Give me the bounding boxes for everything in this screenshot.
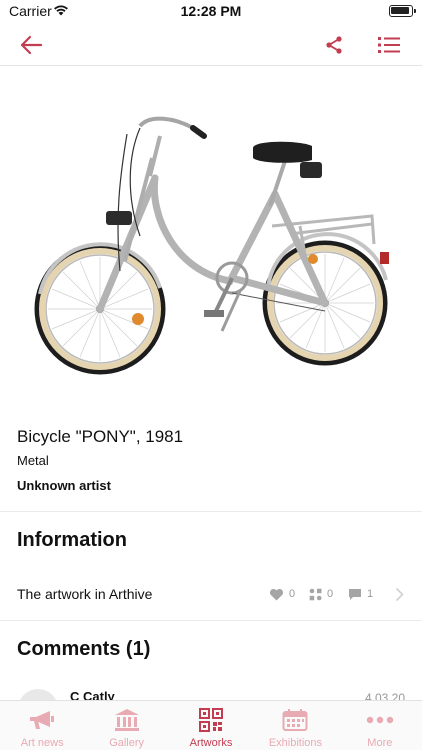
nav-bar: [0, 24, 422, 66]
collections-count: 0: [327, 588, 334, 600]
comment-author[interactable]: C Catly: [70, 689, 115, 700]
tab-more[interactable]: More: [338, 701, 422, 750]
calendar-icon: [280, 706, 310, 734]
megaphone-icon: [27, 706, 57, 734]
collection-icon: [309, 588, 322, 600]
tab-gallery[interactable]: Gallery: [84, 701, 168, 750]
information-heading: Information: [17, 529, 127, 551]
comment-icon: [349, 588, 361, 600]
back-button[interactable]: [16, 30, 46, 60]
qr-grid-icon: [196, 706, 226, 734]
artwork-in-arthive-row[interactable]: The artwork in Arthive 0 0 1: [0, 577, 422, 613]
artwork-in-arthive-label: The artwork in Arthive: [17, 586, 153, 602]
tab-label: Artworks: [189, 737, 233, 749]
comments-heading: Comments (1): [17, 638, 151, 660]
tab-bar: Art news Gallery Artworks Exhibitions Mo…: [0, 700, 422, 750]
tab-label: More: [367, 737, 393, 749]
tab-label: Art news: [20, 737, 64, 749]
comment-item[interactable]: C Catly 4.03.20: [0, 688, 422, 700]
arrow-left-icon: [20, 35, 43, 55]
likes-stat[interactable]: 0: [269, 586, 295, 602]
divider: [0, 620, 422, 621]
comment-date: 4.03.20: [364, 691, 405, 700]
divider: [0, 511, 422, 512]
tab-exhibitions[interactable]: Exhibitions: [253, 701, 337, 750]
battery-icon: [389, 5, 416, 17]
avatar: [18, 689, 58, 700]
status-time: 12:28 PM: [180, 3, 242, 19]
more-dots-icon: [365, 706, 395, 734]
likes-count: 0: [289, 588, 296, 600]
comments-count: 1: [367, 588, 374, 600]
collections-stat[interactable]: 0: [309, 586, 333, 602]
tab-label: Gallery: [109, 737, 145, 749]
artwork-medium: Metal: [17, 453, 49, 468]
share-icon: [326, 36, 342, 54]
comments-stat[interactable]: 1: [348, 586, 373, 602]
share-button[interactable]: [319, 30, 349, 60]
artwork-image[interactable]: [0, 66, 422, 414]
museum-icon: [112, 706, 142, 734]
list-icon: [378, 37, 400, 53]
tab-art-news[interactable]: Art news: [0, 701, 84, 750]
tab-artworks[interactable]: Artworks: [169, 701, 253, 750]
menu-button[interactable]: [374, 30, 404, 60]
chevron-right-icon: [395, 587, 404, 602]
status-bar: Carrier 12:28 PM: [0, 0, 422, 24]
heart-icon: [269, 588, 284, 601]
artwork-artist-link[interactable]: Unknown artist: [17, 478, 111, 493]
tab-label: Exhibitions: [268, 737, 323, 749]
artwork-title: Bicycle "PONY", 1981: [17, 427, 184, 446]
